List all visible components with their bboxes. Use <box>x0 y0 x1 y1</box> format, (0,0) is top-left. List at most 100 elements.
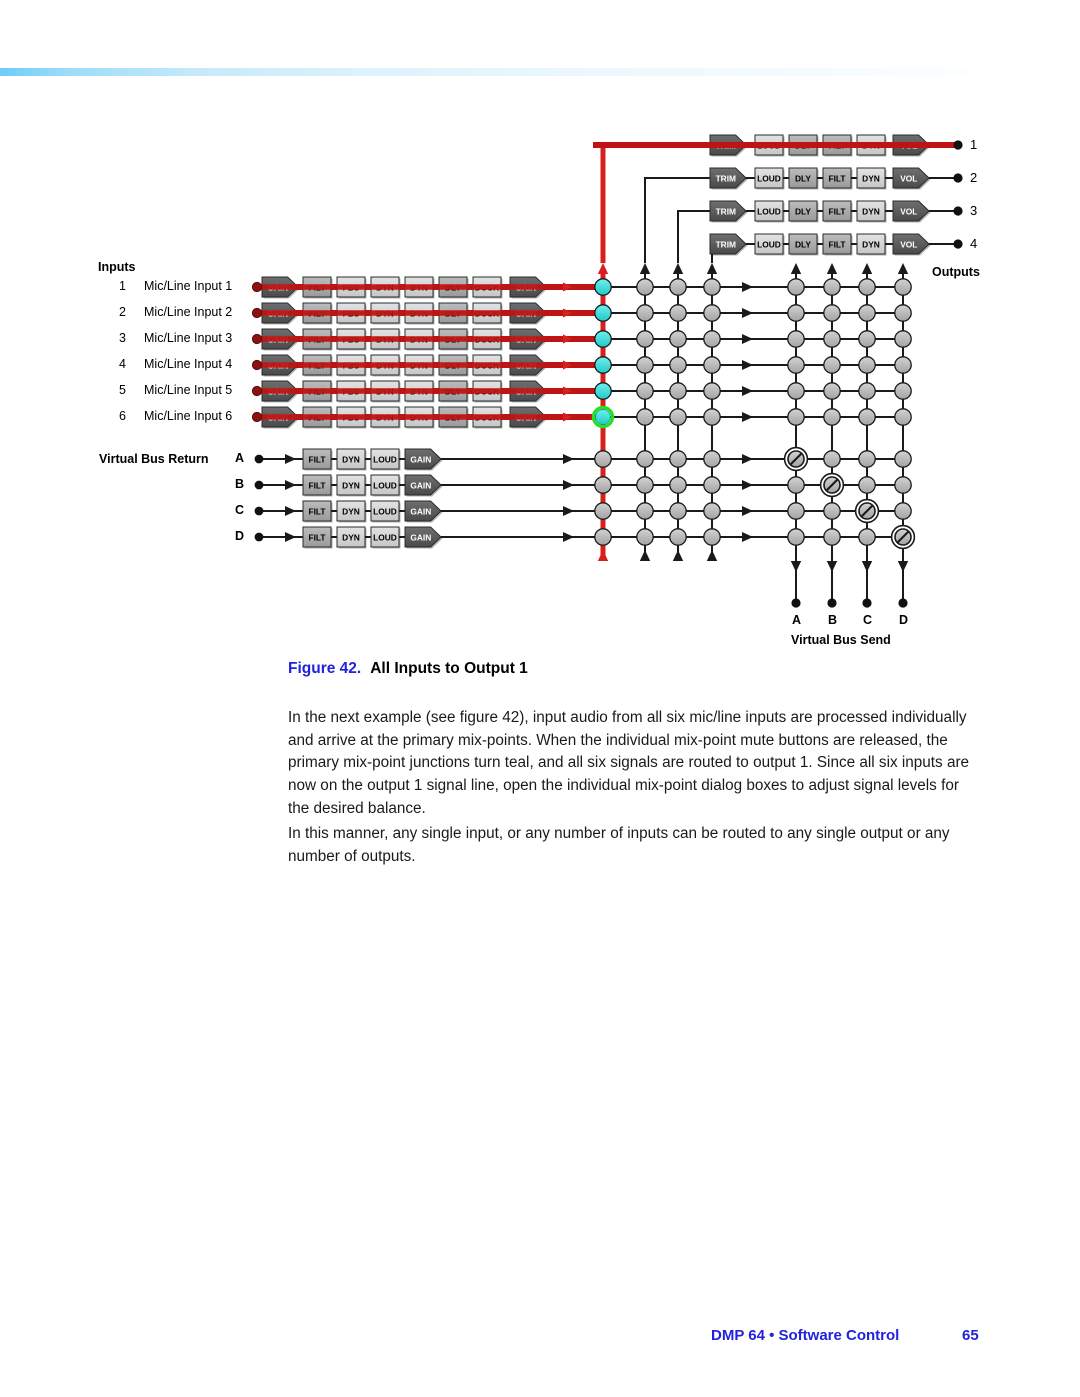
mix-point[interactable] <box>858 330 876 348</box>
mix-point[interactable] <box>894 476 912 494</box>
process-block-dyn[interactable]: DYN <box>336 448 367 471</box>
mix-point[interactable] <box>787 528 805 546</box>
mix-point[interactable] <box>669 476 687 494</box>
output-terminal-dot[interactable] <box>953 140 963 150</box>
mix-point[interactable] <box>823 304 841 322</box>
vbr-source-dot[interactable] <box>254 480 264 490</box>
vbs-terminal-dot[interactable] <box>862 598 872 608</box>
process-block-loud[interactable]: LOUD <box>754 200 785 223</box>
process-block-dyn[interactable]: DYN <box>856 167 887 190</box>
mix-point[interactable] <box>594 278 612 296</box>
mix-point[interactable] <box>894 408 912 426</box>
mix-point[interactable] <box>636 382 654 400</box>
mix-point[interactable] <box>591 405 615 429</box>
mix-point[interactable] <box>894 330 912 348</box>
mix-point[interactable] <box>636 304 654 322</box>
vbr-source-dot[interactable] <box>254 506 264 516</box>
mix-point[interactable] <box>823 502 841 520</box>
mix-point[interactable] <box>703 450 721 468</box>
process-block-dyn[interactable]: DYN <box>336 500 367 523</box>
mix-point[interactable] <box>636 356 654 374</box>
mix-point[interactable] <box>594 528 612 546</box>
mix-point[interactable] <box>894 304 912 322</box>
input-source-dot[interactable] <box>251 333 263 345</box>
process-block-gain[interactable]: GAIN <box>404 526 443 549</box>
mix-point[interactable] <box>894 356 912 374</box>
mix-point[interactable] <box>636 502 654 520</box>
process-block-loud[interactable]: LOUD <box>370 448 401 471</box>
input-source-dot[interactable] <box>251 281 263 293</box>
process-block-dyn[interactable]: DYN <box>336 526 367 549</box>
mix-point[interactable] <box>636 476 654 494</box>
process-block-dly[interactable]: DLY <box>788 200 819 223</box>
process-block-gain[interactable]: GAIN <box>404 474 443 497</box>
vbs-terminal-dot[interactable] <box>827 598 837 608</box>
process-block-loud[interactable]: LOUD <box>370 500 401 523</box>
mix-point[interactable] <box>787 408 805 426</box>
mix-point[interactable] <box>703 304 721 322</box>
process-block-filt[interactable]: FILT <box>822 200 853 223</box>
mix-point[interactable] <box>787 278 805 296</box>
input-source-dot[interactable] <box>251 359 263 371</box>
mix-point[interactable] <box>594 330 612 348</box>
process-block-filt[interactable]: FILT <box>302 474 333 497</box>
process-block-filt[interactable]: FILT <box>302 500 333 523</box>
process-block-gain[interactable]: GAIN <box>404 500 443 523</box>
mix-point[interactable] <box>594 382 612 400</box>
mix-point[interactable] <box>594 476 612 494</box>
mix-point[interactable] <box>858 356 876 374</box>
mix-point[interactable] <box>636 528 654 546</box>
process-block-filt[interactable]: FILT <box>302 526 333 549</box>
process-block-trim[interactable]: TRIM <box>709 167 748 190</box>
process-block-dyn[interactable]: DYN <box>856 200 887 223</box>
process-block-filt[interactable]: FILT <box>822 167 853 190</box>
mix-point[interactable] <box>703 528 721 546</box>
process-block-vol[interactable]: VOL <box>892 233 931 256</box>
process-block-loud[interactable]: LOUD <box>370 474 401 497</box>
input-source-dot[interactable] <box>251 385 263 397</box>
process-block-gain[interactable]: GAIN <box>404 448 443 471</box>
vbr-source-dot[interactable] <box>254 454 264 464</box>
mix-point[interactable] <box>669 330 687 348</box>
mix-point[interactable] <box>787 502 805 520</box>
process-block-trim[interactable]: TRIM <box>709 233 748 256</box>
input-source-dot[interactable] <box>251 307 263 319</box>
mix-point[interactable] <box>669 450 687 468</box>
mix-point[interactable] <box>894 450 912 468</box>
mix-point[interactable] <box>703 382 721 400</box>
mix-point[interactable] <box>669 304 687 322</box>
process-block-filt[interactable]: FILT <box>302 448 333 471</box>
process-block-dyn[interactable]: DYN <box>336 474 367 497</box>
process-block-dly[interactable]: DLY <box>788 167 819 190</box>
mix-point[interactable] <box>819 472 845 498</box>
process-block-loud[interactable]: LOUD <box>754 233 785 256</box>
mix-point[interactable] <box>823 528 841 546</box>
mix-point[interactable] <box>858 450 876 468</box>
vbs-terminal-dot[interactable] <box>791 598 801 608</box>
mix-point[interactable] <box>858 278 876 296</box>
output-terminal-dot[interactable] <box>953 173 963 183</box>
output-terminal-dot[interactable] <box>953 206 963 216</box>
mix-point[interactable] <box>787 356 805 374</box>
mix-point[interactable] <box>669 502 687 520</box>
process-block-vol[interactable]: VOL <box>892 200 931 223</box>
mix-point[interactable] <box>636 450 654 468</box>
process-block-loud[interactable]: LOUD <box>754 167 785 190</box>
mix-point[interactable] <box>594 502 612 520</box>
mix-point[interactable] <box>823 278 841 296</box>
mix-point[interactable] <box>703 356 721 374</box>
mix-point[interactable] <box>669 382 687 400</box>
mix-point[interactable] <box>894 382 912 400</box>
process-block-vol[interactable]: VOL <box>892 167 931 190</box>
mix-point[interactable] <box>669 408 687 426</box>
process-block-filt[interactable]: FILT <box>822 233 853 256</box>
mix-point[interactable] <box>669 278 687 296</box>
mix-point[interactable] <box>894 502 912 520</box>
mix-point[interactable] <box>703 330 721 348</box>
mix-point[interactable] <box>823 330 841 348</box>
process-block-trim[interactable]: TRIM <box>709 200 748 223</box>
mix-point[interactable] <box>703 278 721 296</box>
mix-point[interactable] <box>669 356 687 374</box>
mix-point[interactable] <box>858 304 876 322</box>
process-block-dyn[interactable]: DYN <box>856 233 887 256</box>
